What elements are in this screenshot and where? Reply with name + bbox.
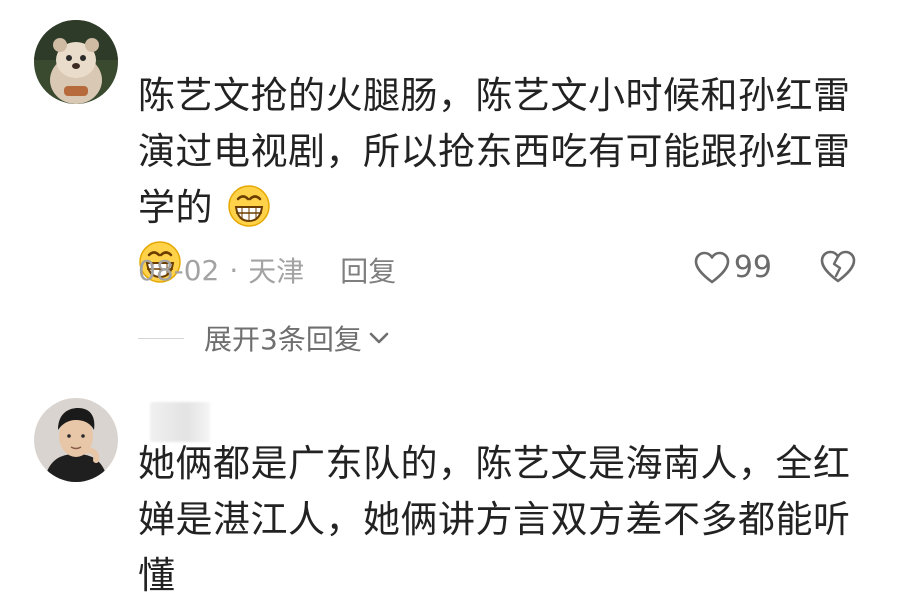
bear-avatar-icon: [34, 20, 118, 104]
expand-replies-button[interactable]: 展开3条回复: [138, 318, 390, 358]
grin-emoji-icon: [228, 185, 271, 227]
comment-meta: 08-02 · 天津 回复: [138, 250, 396, 290]
reply-button[interactable]: 回复: [340, 250, 396, 290]
dislike-button[interactable]: [820, 250, 856, 288]
like-count: 99: [733, 250, 772, 285]
comment-text: 她俩都是广东队的，陈艺文是海南人，全红婵是湛江人，她俩讲方言双方差不多都能听懂: [138, 442, 851, 597]
comment-date: 08-02: [138, 253, 220, 287]
broken-heart-icon: [820, 250, 856, 283]
divider-line: [138, 337, 184, 339]
chevron-down-icon: [369, 332, 389, 344]
expand-replies-label: 展开3条回复: [204, 323, 362, 356]
comment-item: 她俩都是广东队的，陈艺文是海南人，全红婵是湛江人，她俩讲方言双方差不多都能听懂: [0, 380, 900, 597]
heart-icon: [694, 251, 730, 283]
like-button[interactable]: 99: [694, 250, 772, 285]
comment-item: 陈艺文抢的火腿肠，陈艺文小时候和孙红雷演过电视剧，所以抢东西吃有可能跟孙红雷学的…: [0, 0, 900, 380]
user-avatar[interactable]: [34, 398, 118, 482]
user-avatar[interactable]: [34, 20, 118, 104]
man-avatar-icon: [34, 398, 118, 482]
comment-location: 天津: [248, 255, 305, 288]
meta-separator: ·: [229, 253, 239, 287]
